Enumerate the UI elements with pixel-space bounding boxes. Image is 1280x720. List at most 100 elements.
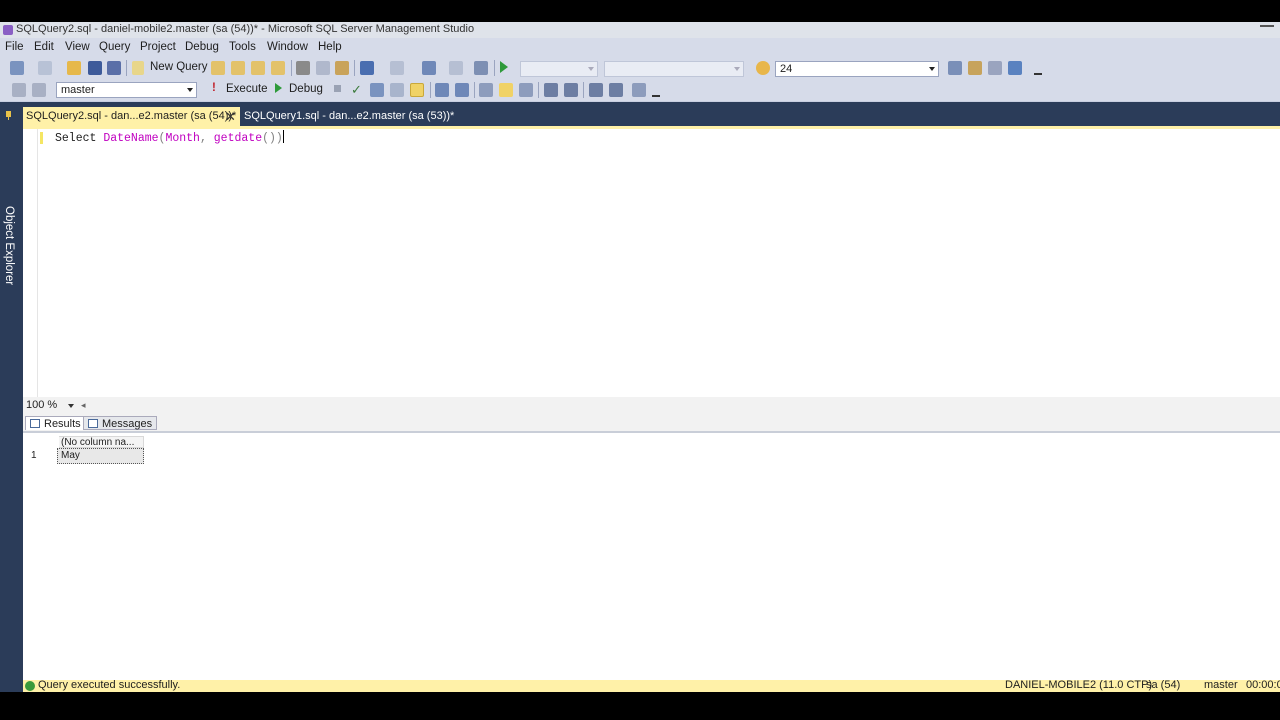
add-item-icon[interactable] xyxy=(38,61,52,75)
find-combo[interactable]: 24 xyxy=(775,61,939,77)
results-to-text-icon[interactable] xyxy=(499,83,513,97)
tab-sqlquery1[interactable]: SQLQuery1.sql - dan...e2.master (sa (53)… xyxy=(244,110,454,122)
grid-icon xyxy=(30,419,40,428)
status-message: Query executed successfully. xyxy=(38,679,181,691)
parse-check-icon[interactable]: ✓ xyxy=(351,82,362,98)
paste-icon[interactable] xyxy=(335,61,349,75)
increase-indent-icon[interactable] xyxy=(609,83,623,97)
activity-monitor-icon[interactable] xyxy=(474,61,488,75)
open-file-icon[interactable] xyxy=(67,61,81,75)
actual-plan-icon[interactable] xyxy=(455,83,469,97)
menu-tools[interactable]: Tools xyxy=(229,41,256,53)
save-all-icon[interactable] xyxy=(107,61,121,75)
menu-help[interactable]: Help xyxy=(318,41,342,53)
solution-config-dropdown[interactable] xyxy=(520,61,598,77)
new-project-icon[interactable] xyxy=(10,61,24,75)
column-header[interactable]: (No column na... xyxy=(59,436,144,448)
arg-month: Month xyxy=(165,132,200,145)
redo-icon[interactable] xyxy=(390,61,404,75)
status-time: 00:00:00 xyxy=(1246,679,1280,691)
toolbar2-options-icon[interactable] xyxy=(652,85,660,97)
execute-button[interactable]: Execute xyxy=(226,83,268,95)
new-query-icon xyxy=(132,61,144,75)
results-tabs: Results Messages xyxy=(23,414,1280,433)
window-title: SQLQuery2.sql - daniel-mobile2.master (s… xyxy=(16,23,475,35)
dmx-query-icon[interactable] xyxy=(271,61,285,75)
change-connection-icon[interactable] xyxy=(32,83,46,97)
comment-lines-icon[interactable] xyxy=(544,83,558,97)
menu-view[interactable]: View xyxy=(65,41,90,53)
menu-project[interactable]: Project xyxy=(140,41,176,53)
tab-messages-label: Messages xyxy=(102,418,153,430)
status-database: master xyxy=(1204,679,1238,691)
scroll-left-icon[interactable]: ◂ xyxy=(81,400,86,411)
tab-sqlquery2[interactable]: SQLQuery2.sql - dan...e2.master (sa (54)… xyxy=(23,107,240,127)
statusbar-left-gap xyxy=(0,680,23,692)
status-user: sa (54) xyxy=(1146,679,1181,691)
menu-file[interactable]: File xyxy=(5,41,24,53)
standard-toolbar: New Query 24 xyxy=(0,57,1280,79)
close-icon[interactable]: ✕ xyxy=(225,109,236,125)
menu-debug[interactable]: Debug xyxy=(185,41,219,53)
intellisense-icon[interactable] xyxy=(435,83,449,97)
zoom-dropdown-icon[interactable] xyxy=(68,404,74,408)
navigate-forward-icon[interactable] xyxy=(449,61,463,75)
save-icon[interactable] xyxy=(88,61,102,75)
sql-editor-toolbar: master ! Execute Debug ✓ xyxy=(0,79,1280,102)
pin-icon[interactable] xyxy=(3,110,14,121)
undo-icon[interactable] xyxy=(360,61,374,75)
tab-sqlquery2-label: SQLQuery2.sql - dan...e2.master (sa (54)… xyxy=(26,110,237,122)
registered-servers-icon[interactable] xyxy=(948,61,962,75)
db-engine-query-icon[interactable] xyxy=(211,61,225,75)
minimize-icon[interactable] xyxy=(1260,25,1274,27)
find-combo-value: 24 xyxy=(780,63,793,75)
function-datename: DateName xyxy=(103,132,159,145)
row-number[interactable]: 1 xyxy=(27,448,59,464)
tools-icon[interactable] xyxy=(988,61,1002,75)
text-caret xyxy=(282,130,284,143)
object-explorer-sidebar[interactable]: Object Explorer xyxy=(0,102,18,680)
client-stats-icon[interactable] xyxy=(479,83,493,97)
uncomment-lines-icon[interactable] xyxy=(564,83,578,97)
properties-window-icon[interactable] xyxy=(1008,61,1022,75)
display-plan-icon[interactable] xyxy=(370,83,384,97)
menu-query[interactable]: Query xyxy=(99,41,130,53)
query-designer-icon[interactable] xyxy=(390,83,404,97)
copy-icon[interactable] xyxy=(316,61,330,75)
title-bar: SQLQuery2.sql - daniel-mobile2.master (s… xyxy=(0,22,1280,38)
analysis-query-icon[interactable] xyxy=(231,61,245,75)
code-line[interactable]: Select DateName(Month, getdate()) xyxy=(55,130,284,145)
grid-cell[interactable]: May xyxy=(57,448,144,464)
query-editor[interactable]: Select DateName(Month, getdate()) xyxy=(23,129,1280,397)
results-to-grid-icon[interactable] xyxy=(410,83,424,97)
platform-dropdown[interactable] xyxy=(604,61,744,77)
navigate-backward-icon[interactable] xyxy=(422,61,436,75)
object-explorer-tab[interactable]: Object Explorer xyxy=(3,206,15,306)
menu-bar: File Edit View Query Project Debug Tools… xyxy=(0,38,1280,57)
cut-icon[interactable] xyxy=(296,61,310,75)
execute-icon: ! xyxy=(212,82,216,94)
ssms-app-icon xyxy=(3,25,13,35)
menu-window[interactable]: Window xyxy=(267,41,308,53)
mdx-query-icon[interactable] xyxy=(251,61,265,75)
find-icon[interactable] xyxy=(756,61,770,75)
success-icon xyxy=(25,681,35,691)
tab-results[interactable]: Results xyxy=(25,416,86,430)
menu-edit[interactable]: Edit xyxy=(34,41,54,53)
tab-messages[interactable]: Messages xyxy=(83,416,158,430)
zoom-level[interactable]: 100 % xyxy=(26,399,57,411)
connect-icon[interactable] xyxy=(12,83,26,97)
debug-button[interactable]: Debug xyxy=(289,83,323,95)
database-dropdown[interactable]: master xyxy=(56,82,197,98)
change-indicator xyxy=(40,132,43,144)
object-explorer-icon[interactable] xyxy=(968,61,982,75)
specify-values-icon[interactable] xyxy=(632,83,646,97)
new-query-button[interactable]: New Query xyxy=(150,61,208,73)
toolbar-options-icon[interactable] xyxy=(1034,63,1042,75)
start-debugging-icon[interactable] xyxy=(500,61,508,73)
messages-icon xyxy=(88,419,98,428)
results-to-file-icon[interactable] xyxy=(519,83,533,97)
keyword-select: Select xyxy=(55,132,97,145)
decrease-indent-icon[interactable] xyxy=(589,83,603,97)
cancel-query-icon[interactable] xyxy=(334,85,341,92)
